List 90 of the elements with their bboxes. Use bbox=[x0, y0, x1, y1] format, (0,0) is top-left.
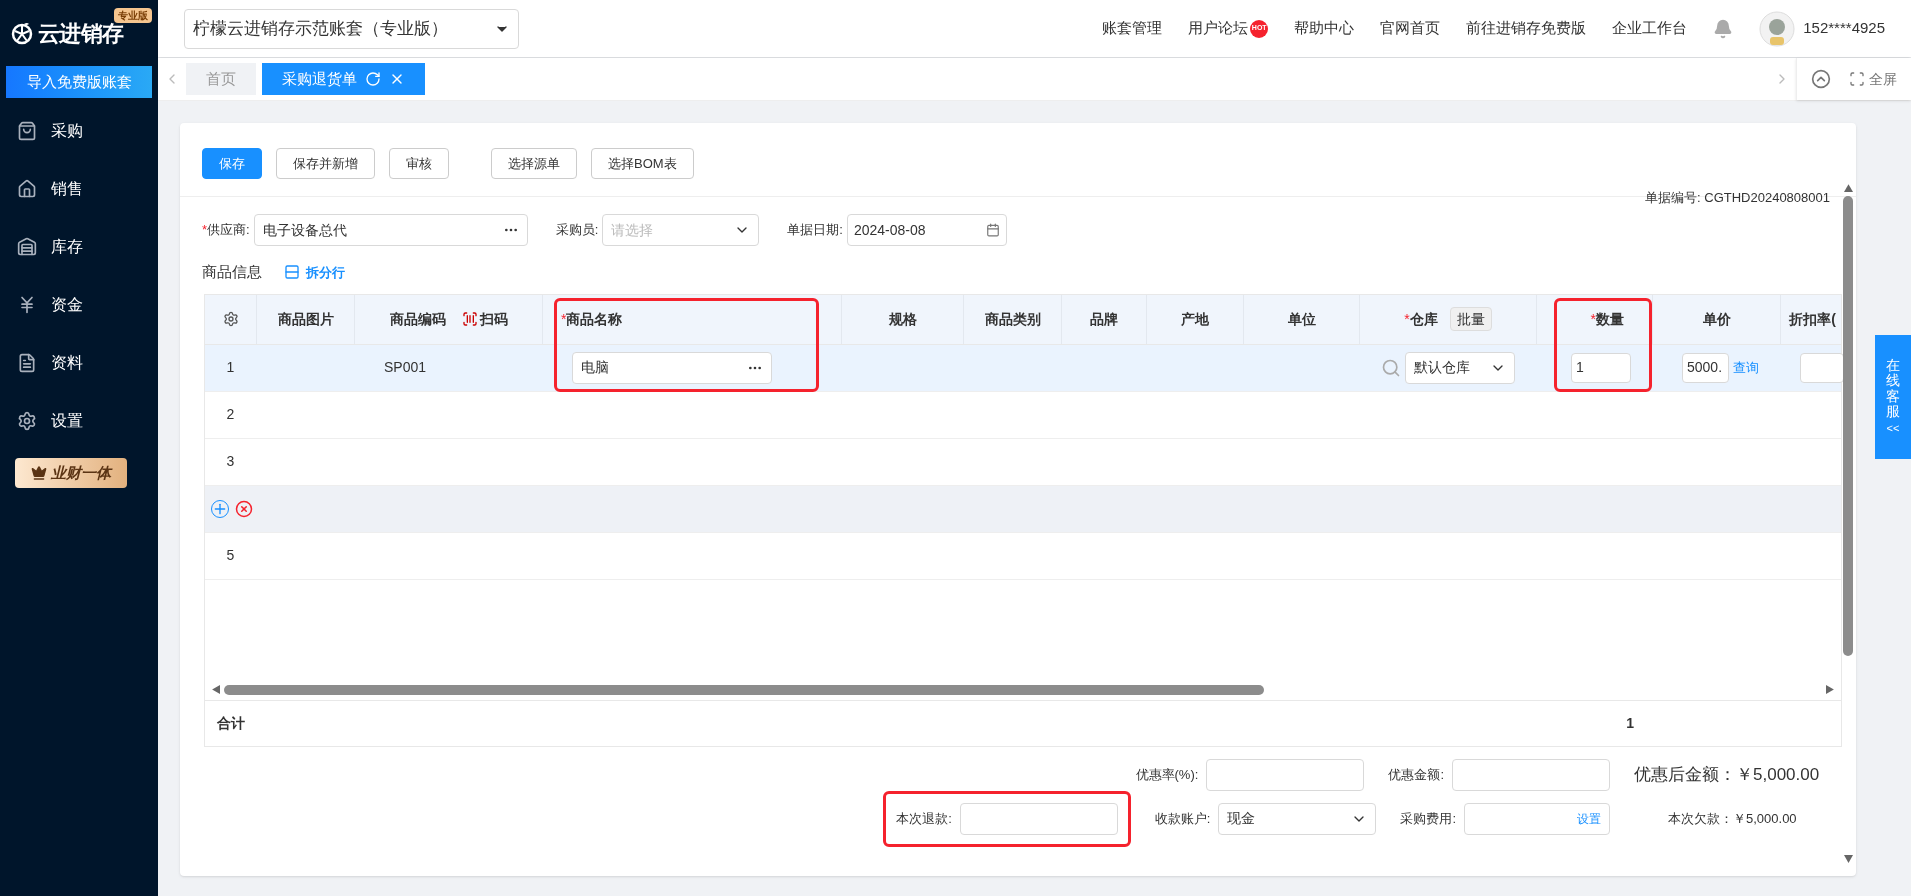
field-label: 优惠金额: bbox=[1388, 765, 1444, 784]
scroll-up-icon[interactable] bbox=[1843, 183, 1853, 192]
total-quantity: 1 bbox=[1625, 713, 1635, 733]
barcode-icon[interactable] bbox=[461, 311, 478, 327]
input-field[interactable] bbox=[1452, 758, 1610, 791]
sidebar-item[interactable]: 采购 bbox=[0, 102, 158, 160]
column-header: 商品编码 bbox=[389, 309, 446, 329]
account-select[interactable]: 柠檬云进销存示范账套（专业版） bbox=[184, 8, 519, 49]
warehouse-icon bbox=[17, 237, 37, 257]
column-header: 规格 bbox=[888, 309, 917, 329]
rows-icon bbox=[284, 264, 300, 281]
collapse-icon[interactable] bbox=[1811, 69, 1831, 89]
toolbar-button[interactable]: 选择BOM表 bbox=[591, 148, 694, 179]
crown-icon bbox=[31, 465, 47, 481]
sidebar-item[interactable]: 库存 bbox=[0, 218, 158, 276]
sidebar-item[interactable]: 资料 bbox=[0, 334, 158, 392]
table-cell-text: SP001 bbox=[383, 358, 427, 377]
lemon-logo-icon bbox=[10, 21, 34, 45]
column-header: 单位 bbox=[1287, 309, 1316, 329]
field-label: 单据日期: bbox=[787, 221, 843, 240]
discount-field[interactable] bbox=[1800, 352, 1844, 383]
search-icon[interactable] bbox=[1380, 357, 1401, 378]
warehouse-select[interactable]: 默认仓库 bbox=[1404, 351, 1515, 384]
price-field[interactable]: 5000. bbox=[1682, 352, 1729, 383]
column-header: 产地 bbox=[1181, 309, 1209, 329]
document-icon bbox=[17, 353, 37, 373]
fullscreen-button[interactable]: 全屏 bbox=[1849, 68, 1897, 90]
field-label: 收款账户: bbox=[1154, 809, 1211, 828]
field-label: 采购费用: bbox=[1400, 809, 1456, 828]
account-field[interactable]: 现金 bbox=[1218, 802, 1377, 835]
toolbar-button[interactable]: 选择源单 bbox=[491, 148, 577, 179]
row-number: 1 bbox=[226, 358, 235, 377]
column-header: 单价 bbox=[1702, 309, 1731, 329]
column-header: 折扣率( bbox=[1789, 309, 1836, 329]
column-header: *仓库 bbox=[1404, 309, 1438, 329]
batch-button[interactable]: 批量 bbox=[1449, 307, 1492, 331]
scroll-down-icon[interactable] bbox=[1843, 855, 1853, 864]
scroll-right-icon[interactable] bbox=[1826, 685, 1835, 694]
nav-link[interactable]: 官网首页 bbox=[1380, 17, 1441, 40]
input-field[interactable] bbox=[1206, 758, 1365, 791]
row-number: 2 bbox=[226, 405, 235, 424]
nav-link[interactable]: 帮助中心 bbox=[1294, 17, 1355, 40]
supplier-field[interactable]: 电子设备总代 bbox=[253, 214, 528, 246]
promo-badge[interactable]: 业财一体 bbox=[15, 458, 127, 488]
section-title: 商品信息 bbox=[202, 262, 262, 282]
total-label: 合计 bbox=[216, 713, 246, 733]
column-header: 品牌 bbox=[1090, 309, 1118, 329]
settings-icon[interactable] bbox=[222, 311, 239, 327]
name-field[interactable]: 电脑 bbox=[572, 351, 772, 384]
amount-text: 本次欠款：￥5,000.00 bbox=[1667, 809, 1798, 828]
row-number: 3 bbox=[226, 452, 235, 471]
document-number: 单据编号: CGTHD20240808001 bbox=[1645, 189, 1830, 207]
refresh-icon[interactable] bbox=[365, 71, 381, 87]
field-label: 优惠率(%): bbox=[1135, 765, 1199, 784]
sidebar-item[interactable]: 资金 bbox=[0, 276, 158, 334]
bag-icon bbox=[17, 121, 37, 141]
nav-link[interactable]: 账套管理 bbox=[1102, 17, 1163, 40]
row-number: 5 bbox=[226, 546, 235, 565]
scan-link[interactable]: 扫码 bbox=[479, 308, 508, 330]
input-field[interactable] bbox=[959, 802, 1118, 835]
avatar[interactable] bbox=[1759, 10, 1796, 47]
bell-icon[interactable] bbox=[1713, 18, 1734, 39]
field-label: *供应商: bbox=[202, 221, 250, 240]
vertical-scrollbar[interactable] bbox=[1843, 196, 1853, 656]
date-field[interactable]: 2024-08-08 bbox=[846, 214, 1007, 246]
sidebar-item[interactable]: 设置 bbox=[0, 392, 158, 450]
field-label: 本次退款: bbox=[896, 809, 952, 828]
table-row[interactable]: 1 SP001 电脑 默认仓库 1 5000. 查询 bbox=[205, 344, 1841, 392]
column-header: *数量 bbox=[1590, 309, 1624, 329]
column-header: 商品类别 bbox=[984, 309, 1041, 329]
field-label: 采购员: bbox=[555, 221, 599, 240]
user-name[interactable]: 152****4925 bbox=[1803, 17, 1885, 40]
delete-row-icon[interactable] bbox=[235, 499, 253, 518]
toolbar-button[interactable]: 审核 bbox=[389, 148, 449, 179]
house-icon bbox=[17, 179, 37, 199]
amount-text: 优惠后金额：￥5,000.00 bbox=[1634, 763, 1821, 786]
logo-text: 云进销存 bbox=[38, 20, 124, 48]
toolbar-button[interactable]: 保存并新增 bbox=[276, 148, 375, 179]
column-header: 商品图片 bbox=[277, 309, 334, 329]
nav-link[interactable]: 企业工作台 bbox=[1612, 17, 1688, 40]
settings-icon bbox=[17, 411, 37, 431]
quantity-field[interactable]: 1 bbox=[1571, 352, 1631, 383]
edition-badge: 专业版 bbox=[114, 8, 152, 23]
calendar-icon[interactable] bbox=[985, 223, 1000, 237]
fullscreen-icon bbox=[1849, 71, 1865, 87]
scroll-left-icon[interactable] bbox=[211, 685, 220, 694]
column-header: *商品名称 bbox=[561, 309, 623, 329]
sidebar-item[interactable]: 销售 bbox=[0, 160, 158, 218]
horizontal-scrollbar[interactable] bbox=[224, 684, 1264, 695]
nav-link[interactable]: 前往进销存免费版 bbox=[1466, 17, 1587, 40]
